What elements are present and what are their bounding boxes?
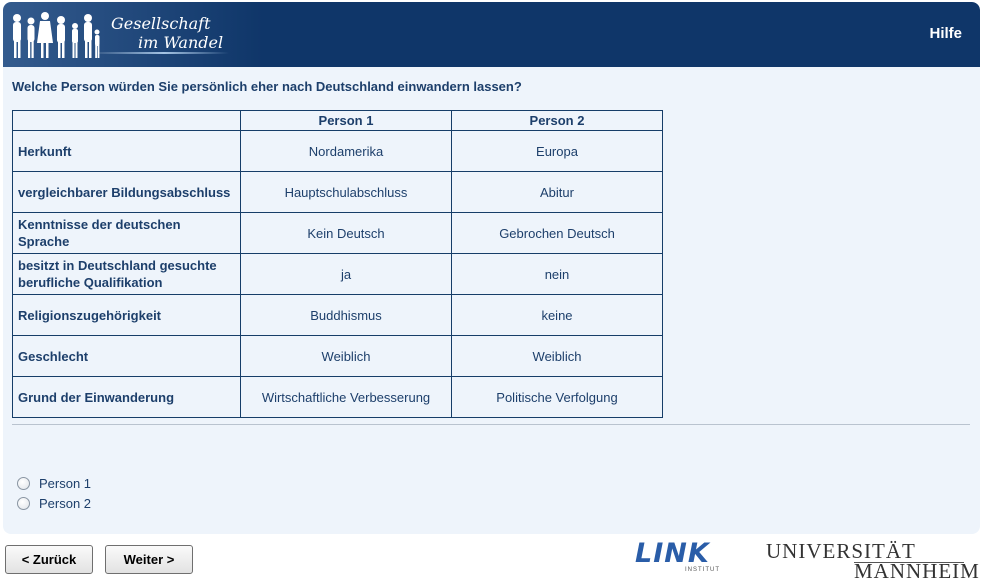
person-2-value: Europa (451, 130, 663, 172)
person-2-value: Abitur (451, 171, 663, 213)
back-button[interactable]: < Zurück (5, 545, 93, 574)
link-institut-logo: LINK INSTITUT (635, 538, 719, 574)
table-row: Herkunft Nordamerika Europa (12, 130, 663, 172)
person-1-value: Nordamerika (240, 130, 452, 172)
question-text: Welche Person würden Sie persönlich eher… (12, 79, 522, 94)
person-1-value: Kein Deutsch (240, 212, 452, 254)
radio-button-person-2[interactable] (17, 497, 30, 510)
table-row: Grund der Einwanderung Wirtschaftliche V… (12, 376, 663, 418)
comparison-table: Person 1 Person 2 Herkunft Nordamerika E… (12, 110, 663, 418)
option-person-1[interactable]: Person 1 (17, 476, 91, 491)
attribute-label: Kenntnisse der deutschen Sprache (12, 212, 241, 254)
column-header-person-1: Person 1 (240, 110, 452, 131)
attribute-label: vergleichbarer Bildungsabschluss (12, 171, 241, 213)
attribute-label: Herkunft (12, 130, 241, 172)
person-1-value: Hauptschulabschluss (240, 171, 452, 213)
column-header-person-2: Person 2 (451, 110, 663, 131)
divider (12, 424, 970, 425)
radio-button-person-1[interactable] (17, 477, 30, 490)
link-logo-text: LINK (635, 538, 710, 569)
table-row: besitzt in Deutschland gesuchte beruflic… (12, 253, 663, 295)
attribute-label: Grund der Einwanderung (12, 376, 241, 418)
survey-panel: Gesellschaft im Wandel Hilfe Welche Pers… (3, 2, 980, 534)
person-2-value: Gebrochen Deutsch (451, 212, 663, 254)
table-header-row: Person 1 Person 2 (12, 110, 663, 131)
uni-logo-rule (854, 562, 964, 563)
attribute-label: Geschlecht (12, 335, 241, 377)
logo-text: Gesellschaft im Wandel (111, 14, 223, 52)
university-mannheim-logo: UNIVERSITÄT MANNHEIM (766, 540, 980, 583)
person-2-value: Politische Verfolgung (451, 376, 663, 418)
help-link[interactable]: Hilfe (929, 25, 962, 42)
attribute-label: Religionszugehörigkeit (12, 294, 241, 336)
option-person-2[interactable]: Person 2 (17, 496, 91, 511)
table-corner-cell (12, 110, 241, 131)
option-label[interactable]: Person 2 (39, 496, 91, 511)
uni-logo-line-2: MANNHEIM (854, 559, 980, 583)
table-row: vergleichbarer Bildungsabschluss Hauptsc… (12, 171, 663, 213)
person-2-value: keine (451, 294, 663, 336)
person-2-value: nein (451, 253, 663, 295)
link-logo-subtext: INSTITUT (685, 567, 720, 573)
person-1-value: ja (240, 253, 452, 295)
table-row: Kenntnisse der deutschen Sprache Kein De… (12, 212, 663, 254)
person-1-value: Weiblich (240, 335, 452, 377)
person-2-value: Weiblich (451, 335, 663, 377)
option-label[interactable]: Person 1 (39, 476, 91, 491)
next-button[interactable]: Weiter > (105, 545, 193, 574)
table-row: Geschlecht Weiblich Weiblich (12, 335, 663, 377)
person-1-value: Wirtschaftliche Verbesserung (240, 376, 452, 418)
logo-underline (99, 52, 229, 54)
header-bar: Gesellschaft im Wandel Hilfe (3, 2, 980, 67)
logo-line-2: im Wandel (138, 33, 224, 52)
people-silhouette-logo (13, 12, 100, 58)
attribute-label: besitzt in Deutschland gesuchte beruflic… (12, 253, 241, 295)
person-1-value: Buddhismus (240, 294, 452, 336)
logo-line-1: Gesellschaft (111, 14, 211, 33)
table-row: Religionszugehörigkeit Buddhismus keine (12, 294, 663, 336)
